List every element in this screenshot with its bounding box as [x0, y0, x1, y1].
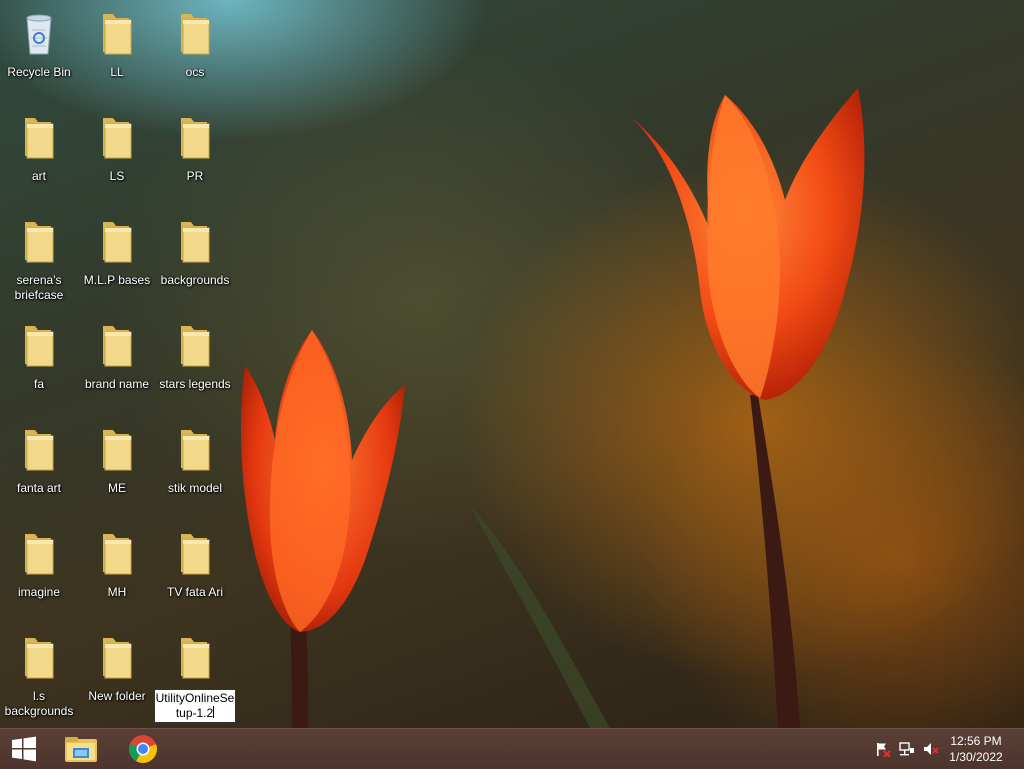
desktop-icon-label: PR: [186, 169, 204, 183]
folder-icon: [99, 4, 135, 61]
folder-icon: [99, 212, 135, 269]
file-explorer-icon: [65, 737, 97, 762]
clock-time: 12:56 PM: [950, 734, 1002, 748]
desktop-icon-new-folder[interactable]: New folder: [78, 628, 156, 728]
desktop-icon-backgrounds[interactable]: backgrounds: [156, 212, 234, 312]
desktop-icon-label: imagine: [17, 585, 61, 599]
action-center-flag-icon[interactable]: [874, 741, 892, 757]
folder-icon: [21, 212, 57, 269]
windows-start-icon: [12, 736, 36, 762]
desktop-icon-stik-model[interactable]: stik model: [156, 420, 234, 520]
desktop[interactable]: Recycle Bin LL ocs art LS PR serena's briefcas…: [0, 0, 1024, 728]
folder-icon: [99, 524, 135, 581]
desktop-icon-label: LL: [110, 65, 124, 79]
desktop-icon-label: l.s backgrounds: [4, 689, 74, 718]
desktop-icon-fanta-art[interactable]: fanta art: [0, 420, 78, 520]
folder-icon: [177, 4, 213, 61]
folder-icon: [21, 420, 57, 477]
folder-icon: [21, 628, 57, 685]
text-caret: [213, 706, 215, 718]
folder-icon: [99, 108, 135, 165]
folder-icon: [99, 420, 135, 477]
desktop-icon-me[interactable]: ME: [78, 420, 156, 520]
desktop-icon-ls[interactable]: LS: [78, 108, 156, 208]
desktop-icon-label: ME: [108, 481, 126, 495]
file-explorer-button[interactable]: [56, 729, 106, 769]
volume-muted-icon[interactable]: [922, 741, 940, 757]
folder-icon: [21, 108, 57, 165]
desktop-icon-fa[interactable]: fa: [0, 316, 78, 416]
desktop-icon-label: backgrounds: [160, 273, 230, 287]
folder-icon: [177, 212, 213, 269]
folder-icon: [177, 108, 213, 165]
folder-icon: [21, 524, 57, 581]
folder-icon: [99, 316, 135, 373]
folder-icon: [177, 316, 213, 373]
desktop-icon-label: art: [31, 169, 46, 183]
desktop-icon-m-l-p-bases[interactable]: M.L.P bases: [78, 212, 156, 312]
desktop-icon-stars-legends[interactable]: stars legends: [156, 316, 234, 416]
desktop-icon-label: serena's briefcase: [14, 273, 64, 302]
rename-textbox[interactable]: UtilityOnlineSetup-1.2: [154, 689, 236, 723]
taskbar-clock[interactable]: 12:56 PM 1/30/2022: [946, 733, 1006, 765]
desktop-icon-recycle-bin[interactable]: Recycle Bin: [0, 4, 78, 104]
desktop-icon-brand-name[interactable]: brand name: [78, 316, 156, 416]
desktop-icon-utilityonlinesetup-1-2[interactable]: UtilityOnlineSetup-1.2: [154, 628, 236, 728]
taskbar: 12:56 PM 1/30/2022: [0, 728, 1024, 769]
recycle-bin-icon: [21, 4, 57, 61]
desktop-icon-serena-s-briefcase[interactable]: serena's briefcase: [0, 212, 78, 312]
desktop-icon-label: fanta art: [16, 481, 62, 495]
folder-icon: [177, 420, 213, 477]
desktop-icon-label: stars legends: [159, 377, 231, 391]
network-icon[interactable]: [898, 741, 916, 757]
chrome-icon: [129, 735, 157, 763]
desktop-icon-label: brand name: [84, 377, 150, 391]
desktop-icon-label: stik model: [167, 481, 223, 495]
start-button[interactable]: [0, 729, 48, 769]
desktop-icon-ll[interactable]: LL: [78, 4, 156, 104]
desktop-icon-imagine[interactable]: imagine: [0, 524, 78, 624]
folder-icon: [21, 316, 57, 373]
chrome-button[interactable]: [118, 729, 168, 769]
folder-icon: [177, 628, 213, 685]
clock-date: 1/30/2022: [949, 750, 1003, 764]
desktop-icon-label: M.L.P bases: [83, 273, 151, 287]
desktop-icon-label: fa: [33, 377, 44, 391]
folder-icon: [177, 524, 213, 581]
desktop-icon-label: New folder: [88, 689, 146, 703]
desktop-icon-art[interactable]: art: [0, 108, 78, 208]
desktop-icon-mh[interactable]: MH: [78, 524, 156, 624]
desktop-icon-label: Recycle Bin: [7, 65, 71, 79]
desktop-icon-label: TV fata Ari: [166, 585, 224, 599]
desktop-icon-label: LS: [109, 169, 125, 183]
desktop-icon-tv-fata-ari[interactable]: TV fata Ari: [156, 524, 234, 624]
desktop-icon-label: ocs: [185, 65, 205, 79]
folder-icon: [99, 628, 135, 685]
desktop-icon-l-s-backgrounds[interactable]: l.s backgrounds: [0, 628, 78, 728]
desktop-icon-pr[interactable]: PR: [156, 108, 234, 208]
desktop-icon-label: MH: [107, 585, 127, 599]
desktop-icon-ocs[interactable]: ocs: [156, 4, 234, 104]
